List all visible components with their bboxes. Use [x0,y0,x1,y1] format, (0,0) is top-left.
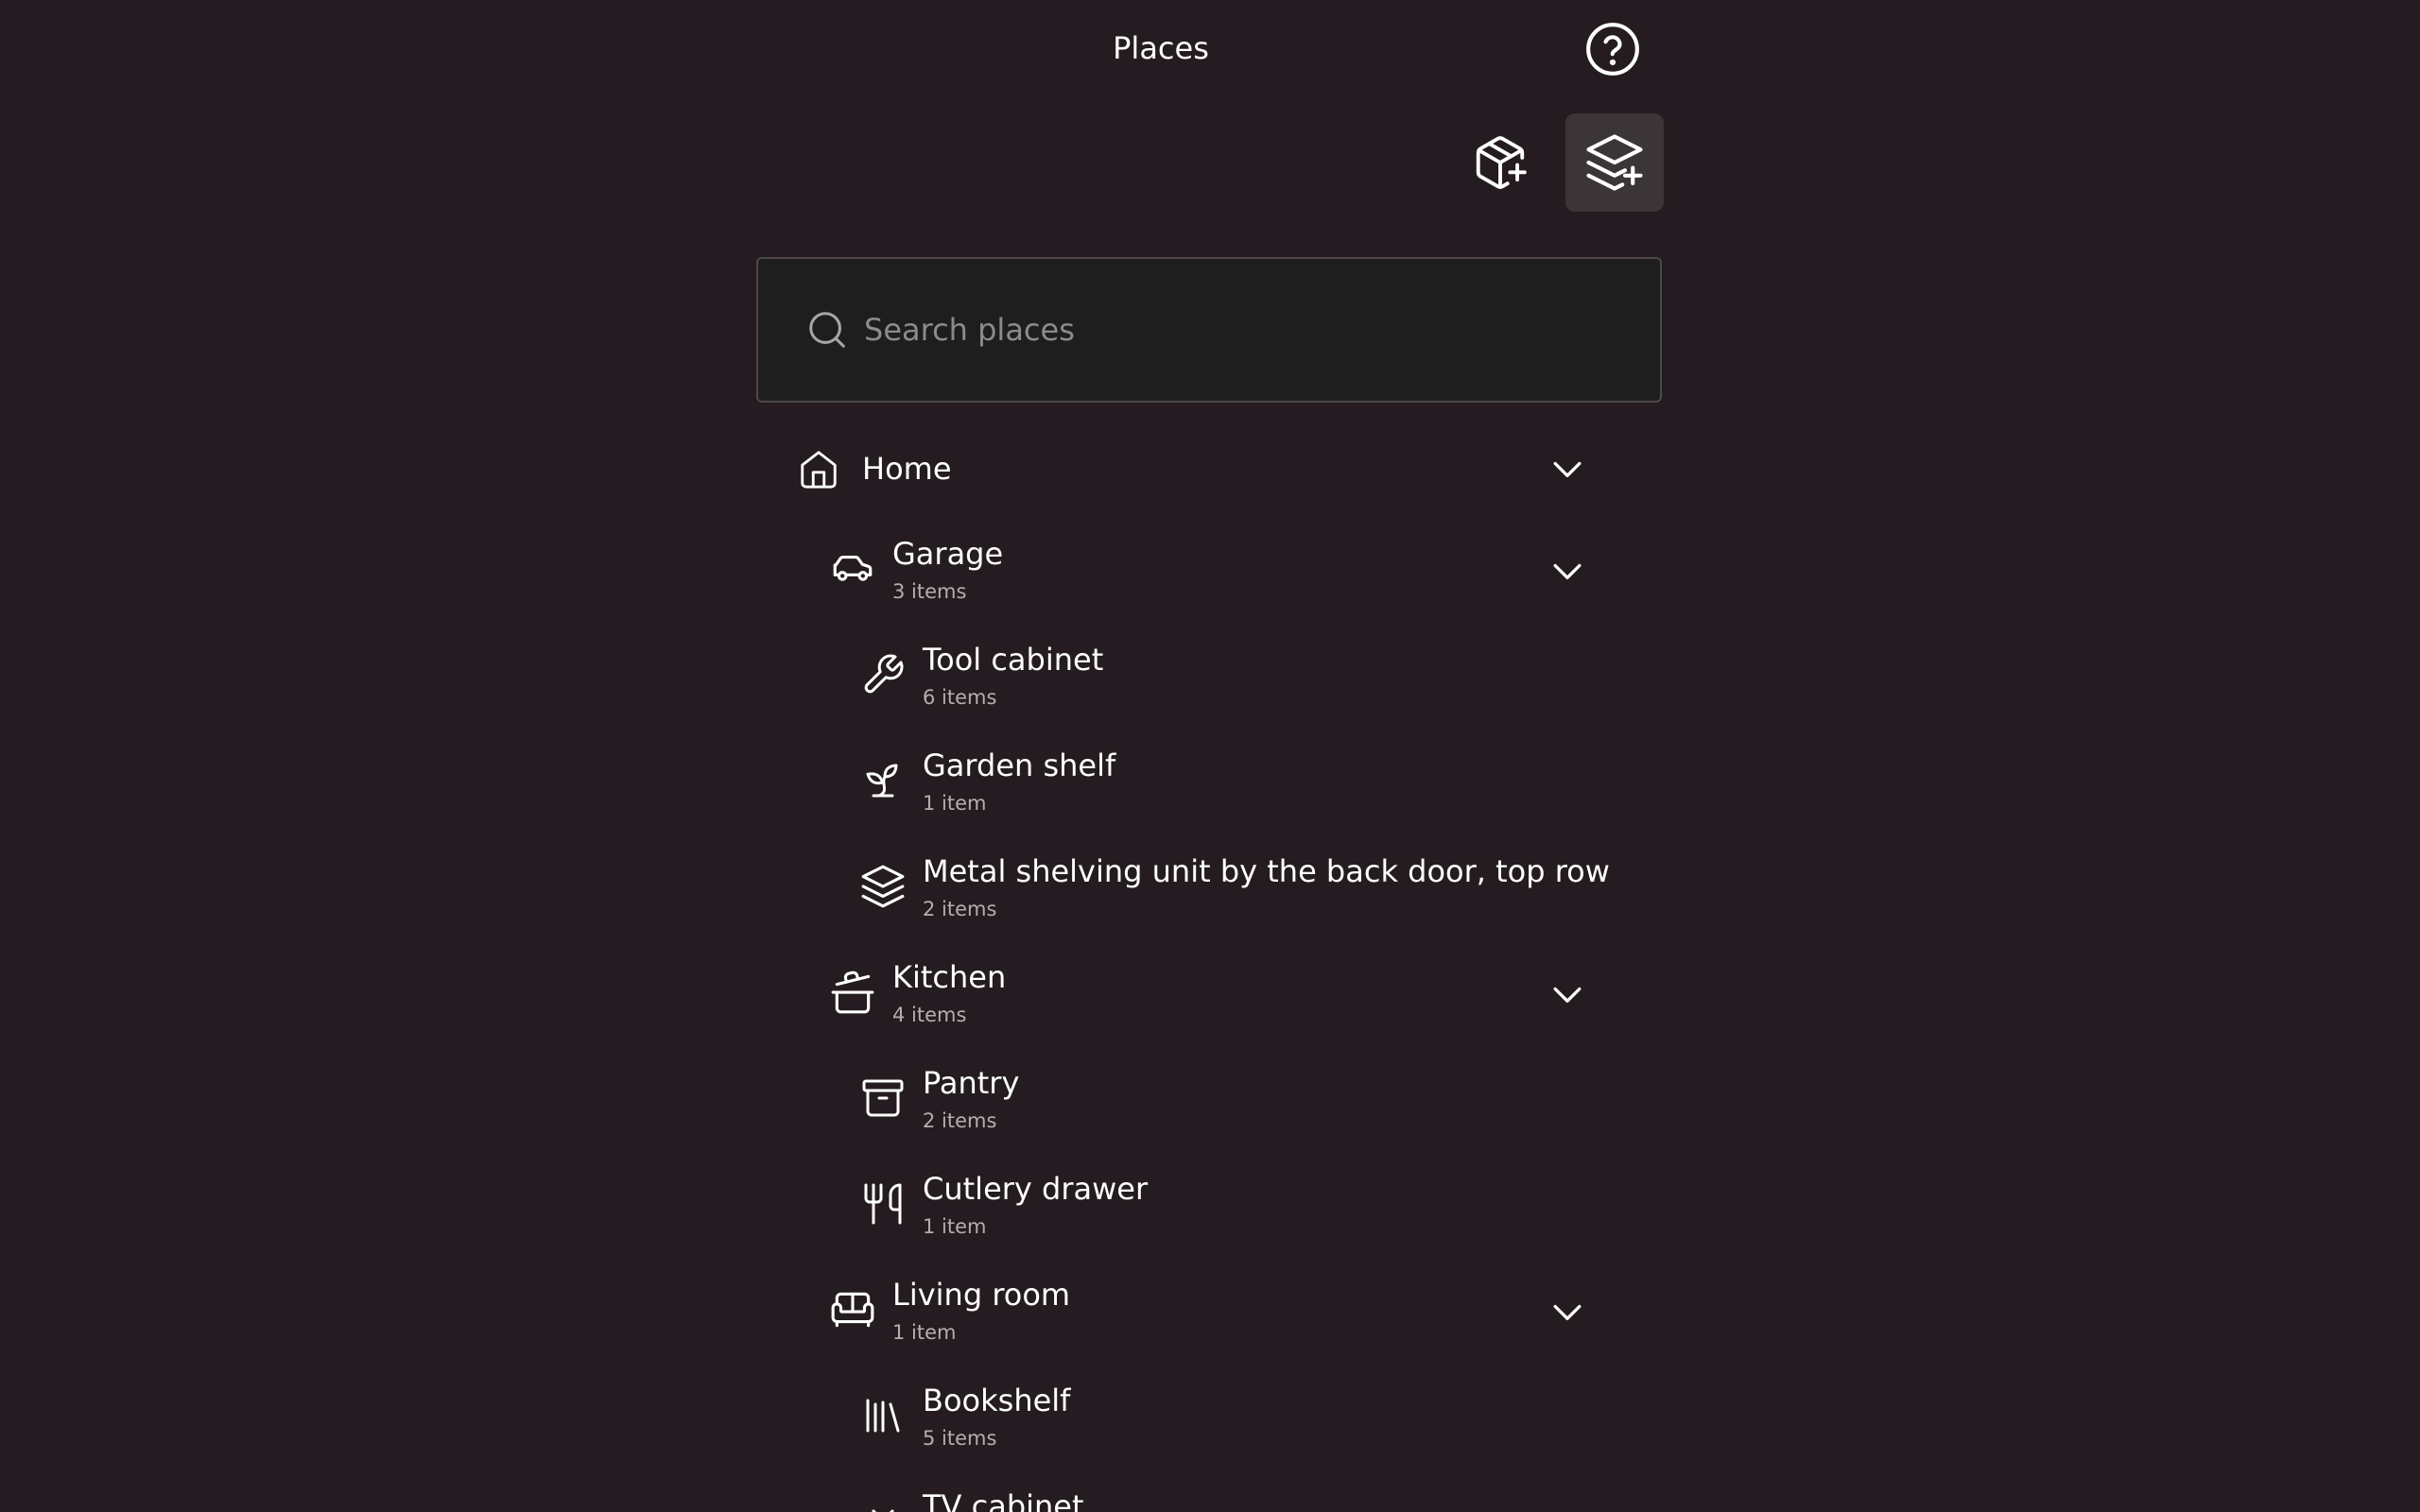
archive-box-icon [858,1074,908,1123]
tree-item-metal-shelving-unit[interactable]: Metal shelving unit by the back door, to… [858,852,1610,947]
tree-item-label: Cutlery drawer [923,1171,1149,1207]
tree-item-label: Living room [892,1277,1071,1313]
library-icon [858,1391,908,1440]
chevron-down-icon[interactable] [1541,442,1594,495]
tree-item-label: Home [862,451,952,487]
places-tree: Home Garage 3 items Tool cabinet 6 items… [0,0,2420,1512]
tree-item-tool-cabinet[interactable]: Tool cabinet 6 items [858,641,1607,735]
tree-item-label: TV cabinet [923,1488,1084,1512]
utensils-icon [858,1179,908,1228]
tree-item-label: Bookshelf [923,1383,1071,1418]
tree-item-label: Kitchen [892,959,1007,995]
tree-item-label: Tool cabinet [923,642,1104,678]
item-count: 2 items [923,898,997,920]
cooking-pot-icon [828,968,877,1017]
tree-item-kitchen[interactable]: Kitchen 4 items [828,958,1607,1053]
tree-item-tv-cabinet[interactable]: TV cabinet [858,1487,1607,1512]
tree-item-pantry[interactable]: Pantry 2 items [858,1064,1607,1159]
home-icon [794,444,843,493]
tree-item-cutlery-drawer[interactable]: Cutlery drawer 1 item [858,1170,1607,1264]
chevron-down-icon[interactable] [1541,544,1594,597]
tree-item-label: Garden shelf [923,747,1116,783]
chevron-down-icon [858,1491,908,1512]
sprout-icon [858,756,908,805]
places-screen: Places Search places Home Garage 3 items… [0,0,2420,1512]
layers-icon [858,862,908,911]
item-count: 6 items [923,686,997,709]
tree-item-living-room[interactable]: Living room 1 item [828,1276,1607,1370]
item-count: 1 item [892,1321,957,1344]
item-count: 4 items [892,1004,967,1026]
wrench-icon [858,650,908,699]
chevron-down-icon[interactable] [1541,968,1594,1021]
tree-item-garden-shelf[interactable]: Garden shelf 1 item [858,747,1607,841]
tree-item-bookshelf[interactable]: Bookshelf 5 items [858,1382,1607,1476]
item-count: 5 items [923,1427,997,1450]
item-count: 1 item [923,792,987,815]
tree-item-garage[interactable]: Garage 3 items [828,535,1607,629]
sofa-icon [828,1285,877,1334]
tree-item-label: Metal shelving unit by the back door, to… [923,853,1610,889]
tree-item-label: Pantry [923,1065,1020,1101]
item-count: 2 items [923,1109,997,1132]
tree-item-home[interactable]: Home [794,437,1607,531]
tree-item-label: Garage [892,536,1004,572]
car-icon [828,542,877,592]
chevron-down-icon[interactable] [1541,1285,1594,1338]
item-count: 1 item [923,1215,987,1238]
item-count: 3 items [892,580,967,603]
